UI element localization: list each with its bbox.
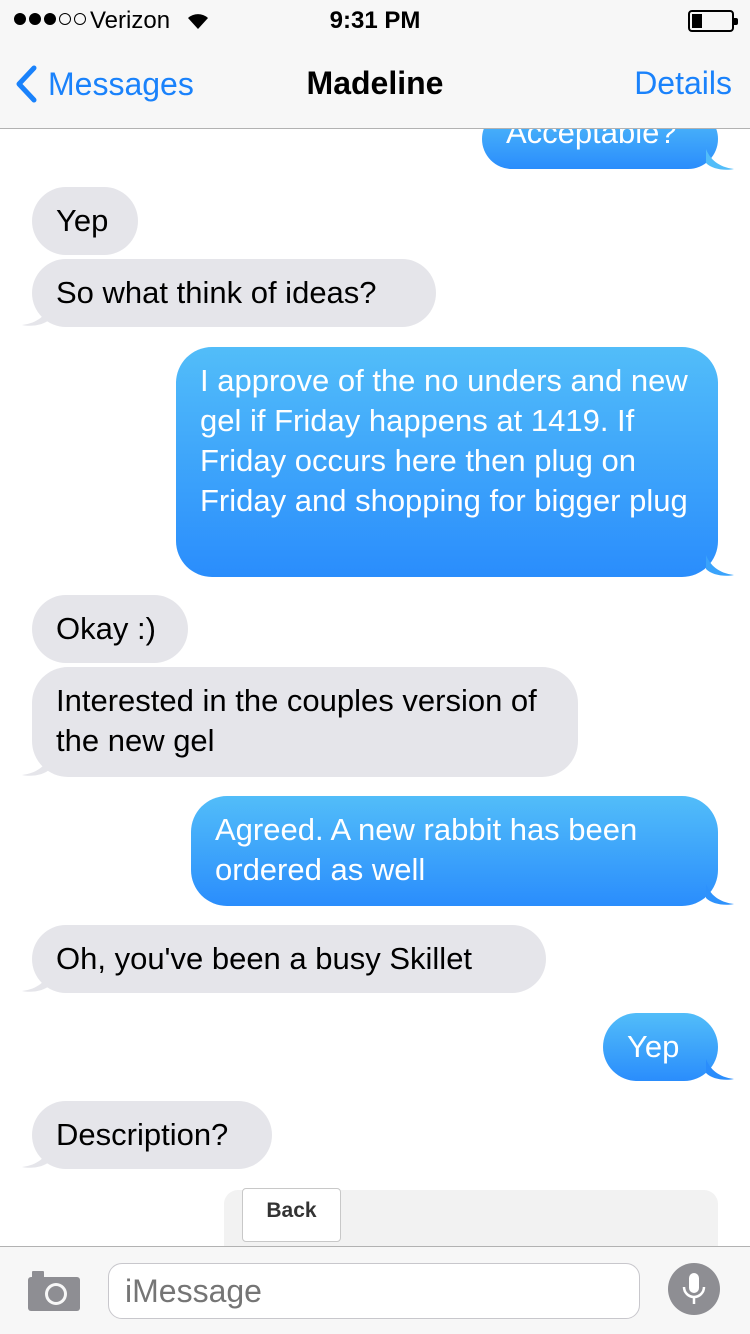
incoming-message[interactable]: Oh, you've been a busy Skillet [32,925,546,993]
incoming-message[interactable]: Interested in the couples version of the… [32,667,578,777]
details-button[interactable]: Details [634,65,732,102]
status-time: 9:31 PM [329,7,421,34]
status-bar: Verizon 9:31 PM [0,0,750,40]
outgoing-message[interactable]: Agreed. A new rabbit has been ordered as… [191,796,718,906]
outgoing-message[interactable]: I approve of the no unders and new gel i… [176,347,718,577]
outgoing-message[interactable]: Acceptable? [482,129,718,169]
incoming-message[interactable]: So what think of ideas? [32,259,436,327]
outgoing-message[interactable]: Yep [603,1013,718,1081]
incoming-message[interactable]: Okay :) [32,595,188,663]
microphone-icon[interactable] [668,1263,720,1315]
message-input-bar [0,1246,750,1334]
message-input[interactable] [108,1263,640,1319]
battery-icon [688,10,738,32]
back-key[interactable]: Back [242,1188,341,1242]
navigation-bar: Messages Madeline Details [0,40,750,129]
incoming-message[interactable]: Yep [32,187,138,255]
incoming-message[interactable]: Description? [32,1101,272,1169]
camera-icon[interactable] [26,1267,82,1313]
message-thread[interactable]: Acceptable? Yep So what think of ideas? … [0,129,750,1246]
